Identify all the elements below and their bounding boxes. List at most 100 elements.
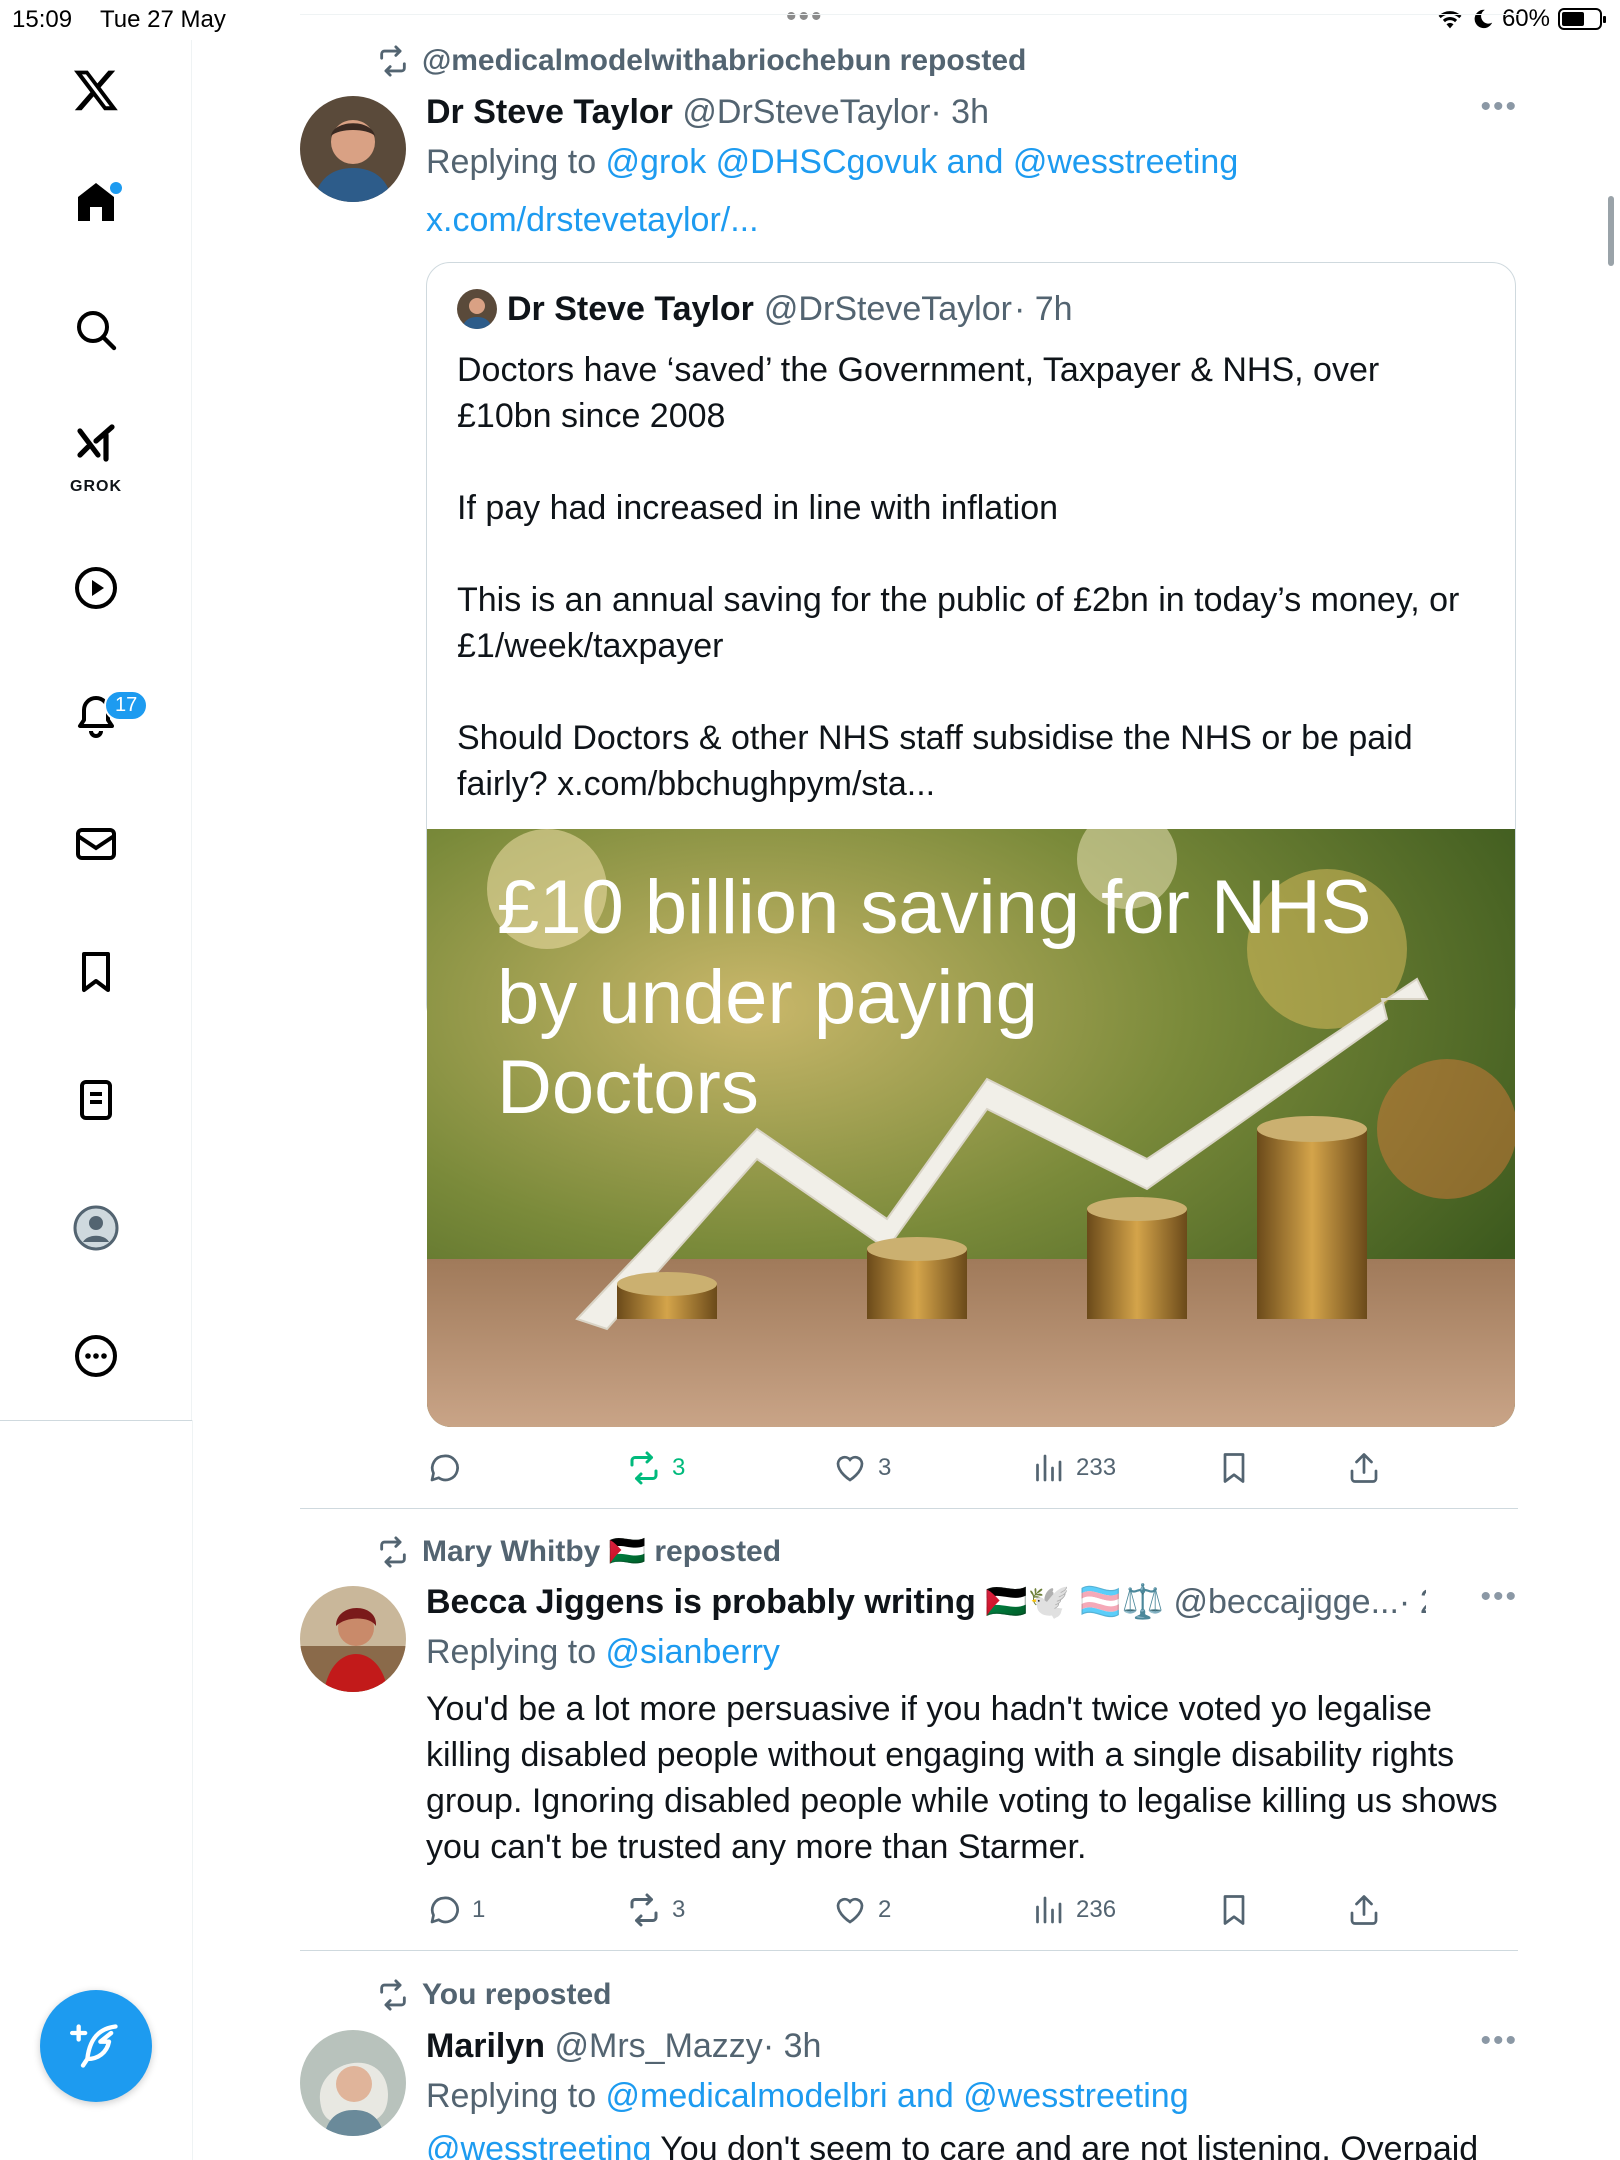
repost-icon — [630, 1893, 658, 1927]
tweet-time[interactable]: · 3h — [930, 93, 989, 131]
tweet-divider — [300, 1508, 1518, 1509]
tweet-text: You'd be a lot more persuasive if you ha… — [426, 1690, 1498, 1866]
repost-icon — [380, 1979, 406, 2011]
replying-to-handles[interactable]: @medicalmodelbri and @wesstreeting — [606, 2077, 1189, 2115]
share-icon — [1350, 1453, 1378, 1483]
repost-count: 3 — [672, 1896, 686, 1923]
nav-messages[interactable] — [60, 808, 132, 880]
tweet-time[interactable]: · 23h — [1399, 1583, 1426, 1621]
x-logo-icon[interactable] — [60, 54, 132, 126]
tweet[interactable]: @medicalmodelwithabriochebun reposted Dr… — [300, 40, 1518, 1510]
battery-icon — [1558, 8, 1606, 30]
views-button[interactable]: 233 — [1030, 1450, 1116, 1486]
replying-prefix: Replying to — [426, 1633, 606, 1671]
display-name[interactable]: Marilyn — [426, 2027, 545, 2065]
like-button[interactable]: 2 — [832, 1892, 891, 1928]
home-unread-dot — [110, 182, 122, 194]
scrollbar[interactable] — [1608, 196, 1614, 266]
tweet-link[interactable]: x.com/drstevetaylor/... — [426, 198, 1518, 242]
nav-notifications[interactable]: 17 — [60, 680, 149, 752]
user-handle[interactable]: @Mrs_Mazzy — [555, 2027, 763, 2065]
replying-to-handles[interactable]: @grok @DHSCgovuk and @wesstreeting — [606, 143, 1239, 181]
moon-icon — [1474, 9, 1493, 29]
reply-button[interactable]: 1 — [426, 1892, 485, 1928]
nav-explore[interactable] — [60, 294, 132, 366]
nav-profile[interactable] — [60, 1192, 132, 1264]
nav-bookmarks[interactable] — [60, 936, 132, 1008]
like-button[interactable]: 3 — [832, 1450, 891, 1486]
nav-home[interactable] — [60, 166, 132, 238]
nav-more[interactable] — [60, 1320, 132, 1392]
views-chart-icon — [1036, 1896, 1062, 1924]
like-count: 3 — [878, 1454, 892, 1481]
more-options-icon[interactable]: ••• — [1480, 90, 1518, 124]
bookmark-icon — [1223, 1453, 1245, 1483]
nav-lists[interactable] — [60, 1064, 132, 1136]
image-text-line-3: Doctors — [497, 1045, 759, 1130]
replying-to: Replying to @medicalmodelbri and @wesstr… — [426, 2074, 1518, 2118]
bookmark-button[interactable] — [1216, 1450, 1252, 1486]
tweet-text-body: You don't seem to care and are not liste… — [651, 2130, 1479, 2160]
repost-icon — [380, 45, 406, 77]
compose-feather-icon — [70, 2024, 118, 2068]
replying-to: Replying to @sianberry — [426, 1630, 1518, 1674]
quote-image[interactable]: £10 billion saving for NHS by under payi… — [427, 829, 1515, 1427]
grok-icon — [77, 424, 115, 462]
repost-icon — [380, 1535, 406, 1568]
heart-icon — [836, 1897, 864, 1924]
nav-grok[interactable]: GROK — [60, 420, 132, 495]
notifications-badge: 17 — [104, 690, 149, 721]
repost-indicator: You reposted — [376, 1978, 611, 2012]
repost-icon — [630, 1451, 658, 1485]
display-name[interactable]: Dr Steve Taylor — [426, 93, 673, 131]
replying-to: Replying to @grok @DHSCgovuk and @wesstr… — [426, 140, 1518, 184]
more-options-icon[interactable]: ••• — [1480, 2024, 1518, 2058]
views-chart-icon — [1036, 1454, 1062, 1482]
quote-time: · 7h — [1013, 290, 1073, 328]
compose-button[interactable] — [40, 1990, 152, 2102]
tweet[interactable]: Mary Whitby 🇵🇸 reposted Becca Jiggens is… — [300, 1530, 1518, 1950]
repost-button[interactable]: 3 — [626, 1450, 685, 1486]
sidebar: GROK 17 — [0, 40, 192, 1420]
grok-label: GROK — [70, 478, 122, 495]
quote-text: Doctors have ‘saved’ the Government, Tax… — [457, 351, 1460, 803]
sidebar-border — [192, 1420, 193, 2160]
tweet-text: @wesstreeting You don't seem to care and… — [426, 2126, 1518, 2160]
quote-display-name: Dr Steve Taylor — [507, 290, 754, 328]
play-icon — [75, 567, 117, 609]
bookmark-icon — [82, 952, 110, 992]
reply-icon — [430, 1896, 459, 1924]
repost-button[interactable]: 3 — [626, 1892, 685, 1928]
user-handle[interactable]: @beccajigge... — [1174, 1583, 1399, 1621]
user-handle[interactable]: @DrSteveTaylor — [682, 93, 930, 131]
like-count: 2 — [878, 1896, 892, 1923]
repost-by: @medicalmodelwithabriochebun reposted — [422, 44, 1027, 77]
share-button[interactable] — [1346, 1450, 1382, 1486]
repost-indicator: Mary Whitby 🇵🇸 reposted — [376, 1534, 781, 1569]
status-time: 15:09 — [12, 6, 73, 33]
mention-link[interactable]: @wesstreeting — [426, 2130, 651, 2160]
tweet[interactable]: You reposted Marilyn @Mrs_Mazzy· 3h ••• … — [300, 1974, 1518, 2160]
more-options-icon[interactable]: ••• — [1480, 1580, 1518, 1614]
share-button[interactable] — [1346, 1892, 1382, 1928]
avatar[interactable] — [300, 1586, 406, 1692]
mail-icon — [76, 828, 116, 860]
tweet-actions: 1 3 2 236 — [426, 1892, 1426, 1936]
list-icon — [80, 1080, 112, 1120]
bookmark-button[interactable] — [1216, 1892, 1252, 1928]
tweet-divider — [300, 1950, 1518, 1951]
profile-avatar-icon — [73, 1205, 119, 1251]
multitasking-dots-icon[interactable]: ••• — [786, 0, 824, 34]
replying-to-handles[interactable]: @sianberry — [606, 1633, 780, 1671]
views-count: 233 — [1076, 1454, 1117, 1481]
search-icon — [77, 311, 117, 351]
views-button[interactable]: 236 — [1030, 1892, 1116, 1928]
top-separator — [300, 14, 1520, 15]
tweet-time[interactable]: · 3h — [763, 2027, 822, 2065]
avatar[interactable] — [300, 96, 406, 202]
avatar[interactable] — [300, 2030, 406, 2136]
display-name[interactable]: Becca Jiggens is probably writing 🇵🇸🕊️ 🏳… — [426, 1583, 1164, 1621]
nav-video[interactable] — [60, 552, 132, 624]
share-icon — [1350, 1895, 1378, 1925]
reply-button[interactable] — [426, 1450, 472, 1486]
